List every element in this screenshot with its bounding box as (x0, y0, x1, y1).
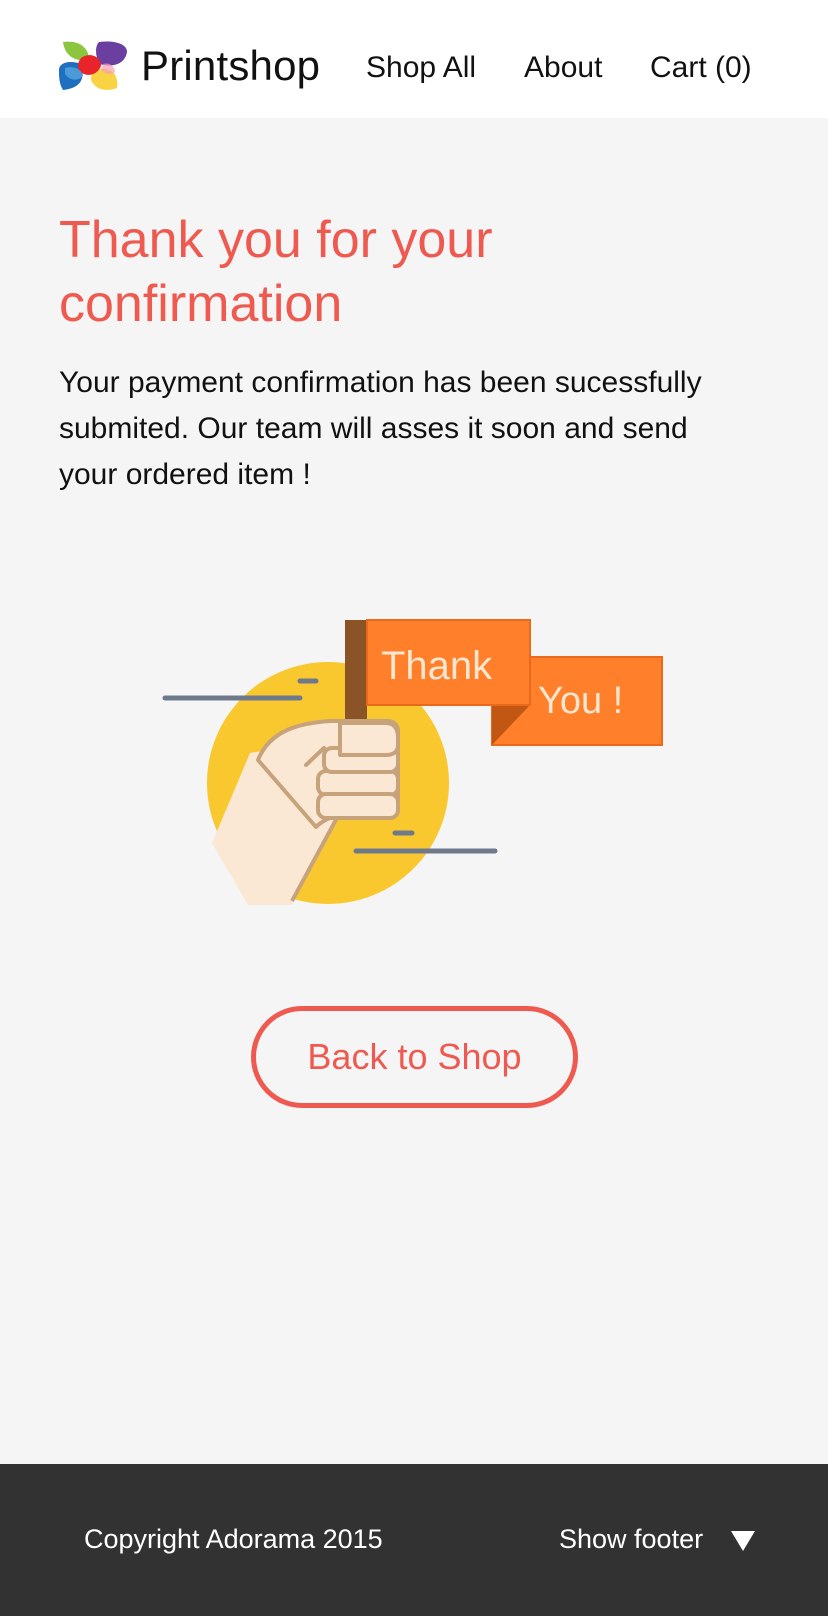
back-to-shop-button[interactable]: Back to Shop (251, 1006, 578, 1108)
printshop-logo[interactable] (59, 40, 129, 92)
site-footer: Copyright Adorama 2015 Show footer (0, 1464, 828, 1616)
confirmation-message: Your payment confirmation has been suces… (59, 366, 702, 491)
page-title: Thank you for your confirmation (59, 211, 493, 333)
flag-text-you: You ! (538, 680, 623, 722)
brand-name[interactable]: Printshop (141, 40, 320, 92)
nav-about[interactable]: About (524, 50, 602, 86)
flag-text-thank: Thank (381, 644, 493, 688)
hand-holding-flag-icon: Thank You ! (162, 619, 663, 905)
site-header: Printshop Shop All About Cart (0) (0, 0, 828, 118)
copyright-text: Copyright Adorama 2015 (84, 1524, 383, 1554)
nav-shop-all[interactable]: Shop All (366, 50, 476, 86)
show-footer-label: Show footer (559, 1524, 704, 1554)
triangle-down-icon (731, 1531, 755, 1551)
nav-cart[interactable]: Cart (0) (650, 50, 752, 86)
